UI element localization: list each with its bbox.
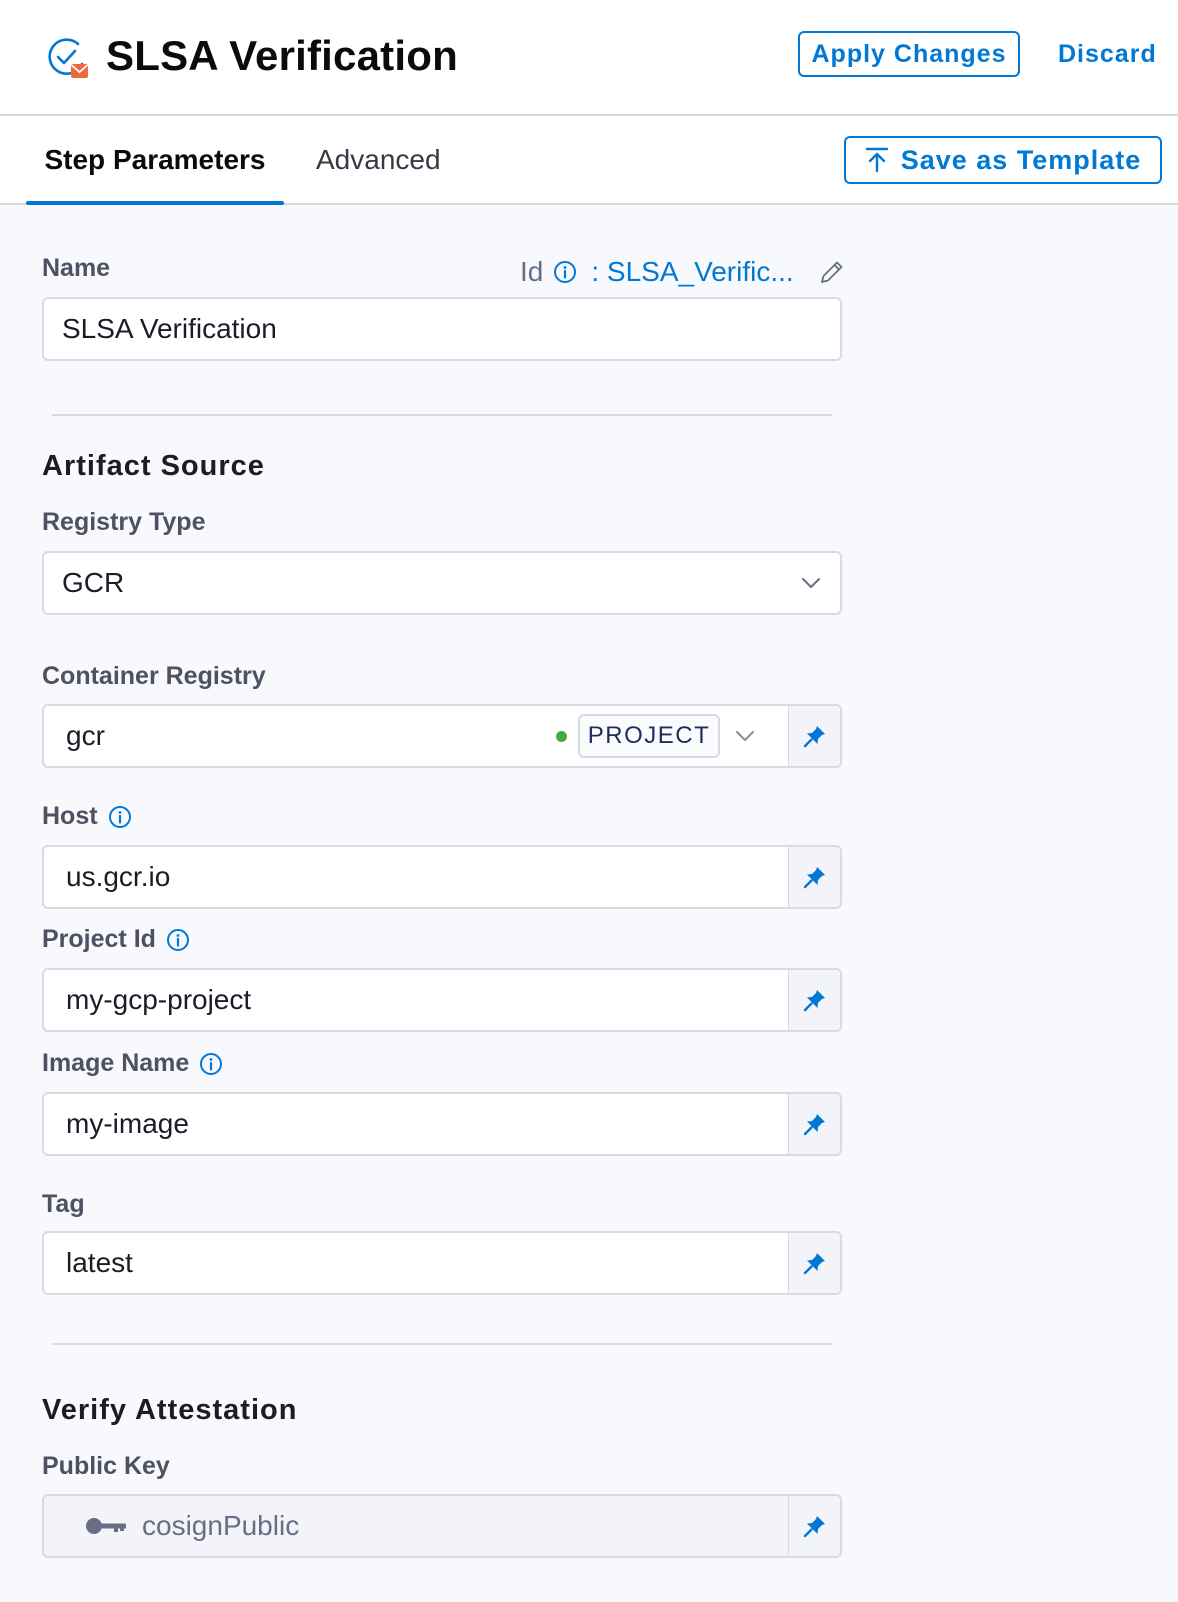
pencil-edit-icon[interactable] xyxy=(818,258,846,286)
public-key-label: Public Key xyxy=(42,1452,170,1480)
info-icon[interactable] xyxy=(553,260,577,284)
project-id-label-text: Project Id xyxy=(42,925,156,953)
host-label-text: Host xyxy=(42,802,98,830)
chevron-down-icon[interactable] xyxy=(734,729,756,743)
save-as-template-button[interactable]: Save as Template xyxy=(844,136,1162,184)
save-as-template-label: Save as Template xyxy=(900,144,1142,175)
pin-icon xyxy=(803,867,825,889)
divider xyxy=(52,1343,832,1345)
public-key-value: cosignPublic xyxy=(142,1510,300,1541)
id-label: Id xyxy=(520,256,544,287)
registry-type-value: GCR xyxy=(62,567,125,598)
image-name-input[interactable]: my-image xyxy=(42,1092,790,1156)
registry-type-select[interactable]: GCR xyxy=(42,551,842,615)
name-input[interactable]: SLSA Verification xyxy=(42,297,842,361)
container-registry-label: Container Registry xyxy=(42,662,266,690)
discard-button[interactable]: Discard xyxy=(1058,31,1157,77)
pin-icon xyxy=(803,1114,825,1136)
tab-step-parameters[interactable]: Step Parameters xyxy=(26,116,284,205)
scope-badge: PROJECT xyxy=(578,714,720,758)
connection-status-dot xyxy=(556,731,567,742)
host-input[interactable]: us.gcr.io xyxy=(42,845,790,909)
fixed-value-pin-button[interactable] xyxy=(788,1494,842,1558)
slsa-verification-icon xyxy=(48,38,89,78)
public-key-secret-field[interactable]: cosignPublic xyxy=(42,1494,790,1558)
tab-bar: Step Parameters Advanced Save as Templat… xyxy=(0,116,1178,205)
fixed-value-pin-button[interactable] xyxy=(788,845,842,909)
upload-icon xyxy=(865,147,888,173)
project-id-input[interactable]: my-gcp-project xyxy=(42,968,790,1032)
artifact-source-heading: Artifact Source xyxy=(42,450,265,482)
tag-input[interactable]: latest xyxy=(42,1231,790,1295)
host-label: Host xyxy=(42,802,132,831)
id-value: : SLSA_Verific... xyxy=(591,256,794,287)
registry-type-label: Registry Type xyxy=(42,508,206,536)
container-registry-value: gcr xyxy=(66,720,105,751)
divider xyxy=(52,414,832,416)
pin-icon xyxy=(803,1516,825,1538)
page-title: SLSA Verification xyxy=(106,32,458,79)
chevron-down-icon[interactable] xyxy=(800,576,822,590)
id-row: Id : SLSA_Verific... xyxy=(520,254,794,290)
verify-attestation-heading: Verify Attestation xyxy=(42,1394,298,1426)
info-icon[interactable] xyxy=(166,928,190,952)
image-name-label-text: Image Name xyxy=(42,1049,190,1077)
apply-changes-button[interactable]: Apply Changes xyxy=(798,31,1020,77)
pin-icon xyxy=(803,1253,825,1275)
pin-icon xyxy=(803,726,825,748)
tab-advanced[interactable]: Advanced xyxy=(316,116,441,203)
project-id-label: Project Id xyxy=(42,925,190,954)
fixed-value-pin-button[interactable] xyxy=(788,968,842,1032)
image-name-label: Image Name xyxy=(42,1049,223,1078)
fixed-value-pin-button[interactable] xyxy=(788,1092,842,1156)
drawer-header: SLSA Verification Apply Changes Discard xyxy=(0,0,1178,116)
fixed-value-pin-button[interactable] xyxy=(788,704,842,768)
fixed-value-pin-button[interactable] xyxy=(788,1231,842,1295)
key-icon xyxy=(86,1518,126,1534)
tag-label: Tag xyxy=(42,1190,85,1218)
info-icon[interactable] xyxy=(108,805,132,829)
pin-icon xyxy=(803,990,825,1012)
name-label: Name xyxy=(42,254,111,282)
info-icon[interactable] xyxy=(199,1052,223,1076)
